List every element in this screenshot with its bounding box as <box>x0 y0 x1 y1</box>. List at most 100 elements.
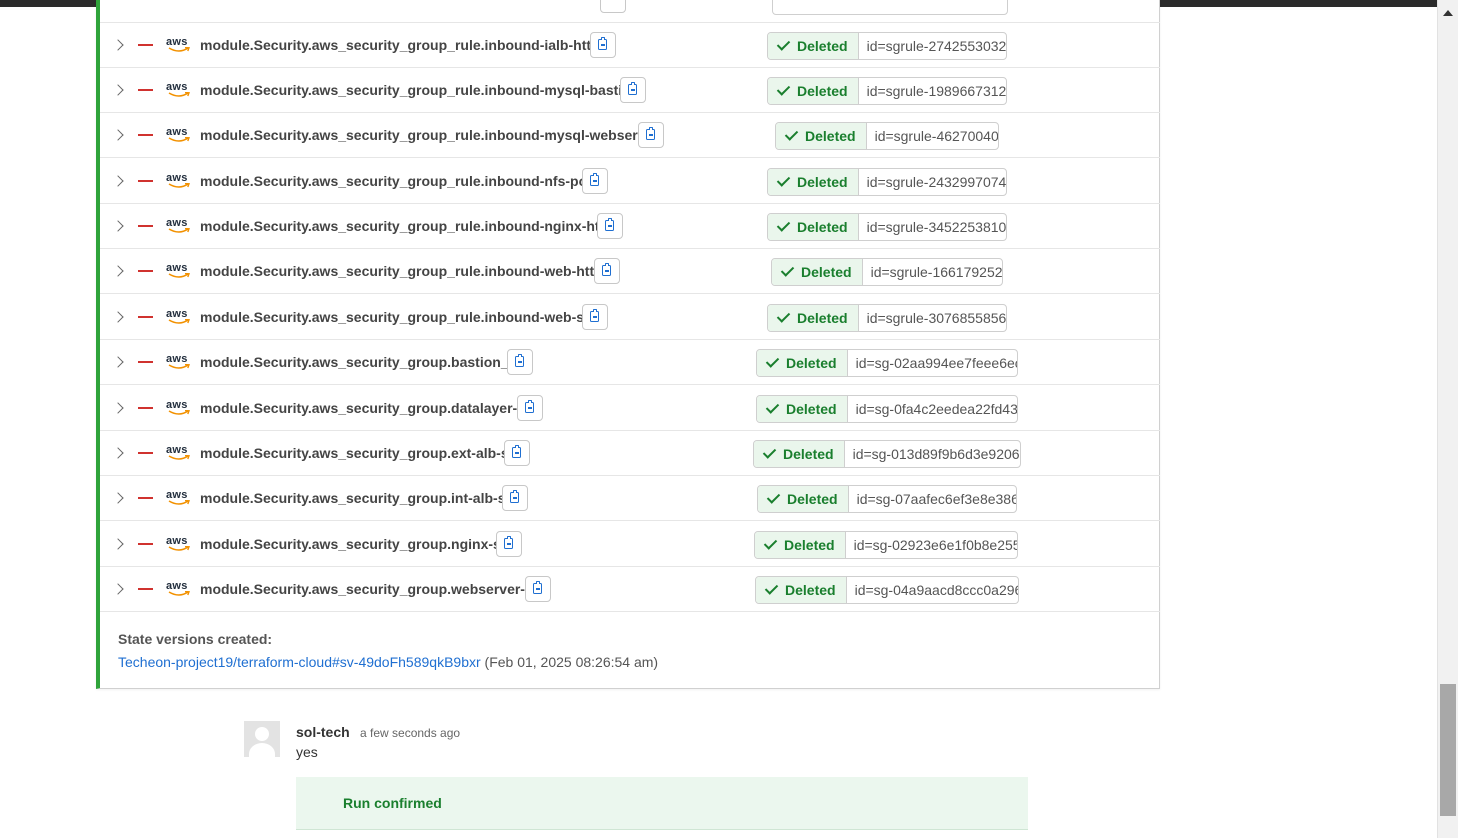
status-pill: Deleted id=sg-07aafec6ef3e8e386 <box>757 485 1017 513</box>
comment-author[interactable]: sol-tech <box>296 724 350 740</box>
status-pill: Deleted id=sgrule-2742553032 <box>767 32 1007 60</box>
status-label: Deleted <box>787 491 838 507</box>
resource-name: module.Security.aws_security_group.basti… <box>200 354 525 370</box>
clipboard-icon <box>590 173 599 186</box>
resource-id: id=sgrule-3076855856 <box>866 310 1007 326</box>
status-pill: Deleted id=sgrule-166179252 <box>771 258 1003 286</box>
aws-logo-icon: aws <box>166 536 192 554</box>
copy-button[interactable] <box>582 168 608 194</box>
deleted-badge: Deleted <box>768 214 859 240</box>
copy-button[interactable] <box>582 304 608 330</box>
check-icon <box>764 581 779 595</box>
state-version-line: Techeon-project19/terraform-cloud#sv-49d… <box>118 654 658 670</box>
resource-row[interactable]: aws module.Security.aws_security_group_ru… <box>100 68 1160 113</box>
chevron-right-icon[interactable] <box>112 583 124 595</box>
state-version-link[interactable]: Techeon-project19/terraform-cloud#sv-49d… <box>118 654 481 670</box>
check-icon <box>776 218 791 232</box>
resource-id: id=sg-02aa994ee7feee6ec <box>855 355 1018 371</box>
copy-button[interactable] <box>502 485 528 511</box>
chevron-right-icon[interactable] <box>112 265 124 277</box>
clipboard-icon <box>590 309 599 322</box>
scroll-up-arrow-icon[interactable] <box>1443 10 1453 16</box>
resource-name: module.Security.aws_security_group_rule.… <box>200 82 640 98</box>
status-label: Deleted <box>797 174 848 190</box>
status-pill: Deleted id=sgrule-2432997074 <box>767 168 1007 196</box>
status-pill: Deleted id=sg-04a9aacd8ccc0a296 <box>755 576 1019 604</box>
apply-resources-panel: aws module.Security.aws_security_group_ru… <box>96 0 1160 689</box>
status-label: Deleted <box>801 264 852 280</box>
copy-button[interactable] <box>496 531 522 557</box>
copy-button[interactable] <box>517 395 543 421</box>
copy-button[interactable] <box>525 576 551 602</box>
copy-button[interactable] <box>600 0 626 13</box>
check-icon <box>776 309 791 323</box>
copy-button[interactable] <box>504 440 530 466</box>
clipboard-icon <box>515 354 524 367</box>
vertical-scrollbar[interactable] <box>1437 0 1458 838</box>
status-pill <box>772 0 1008 15</box>
clipboard-icon <box>510 490 519 503</box>
aws-logo-icon: aws <box>166 490 192 508</box>
deleted-badge: Deleted <box>768 169 859 195</box>
deleted-badge: Deleted <box>758 486 849 512</box>
copy-button[interactable] <box>638 122 664 148</box>
resource-name: module.Security.aws_security_group.datal… <box>200 400 534 416</box>
resource-row[interactable]: aws module.Security.aws_security_group_ru… <box>100 113 1160 158</box>
minus-icon <box>138 134 153 136</box>
chevron-right-icon[interactable] <box>112 356 124 368</box>
deleted-badge: Deleted <box>768 33 859 59</box>
chevron-right-icon[interactable] <box>112 129 124 141</box>
clipboard-icon <box>646 127 655 140</box>
scrollbar-thumb[interactable] <box>1440 684 1456 816</box>
resource-row[interactable]: aws module.Security.aws_security_group.da… <box>100 386 1160 431</box>
resource-row[interactable]: aws module.Security.aws_security_group.ng… <box>100 522 1160 567</box>
chevron-right-icon[interactable] <box>112 220 124 232</box>
deleted-badge: Deleted <box>772 259 863 285</box>
resource-row[interactable]: aws module.Security.aws_security_group_ru… <box>100 249 1160 294</box>
avatar <box>244 721 280 757</box>
deleted-badge: Deleted <box>768 78 859 104</box>
resource-row-partial <box>100 0 1160 23</box>
clipboard-icon <box>598 37 607 50</box>
chevron-right-icon[interactable] <box>112 538 124 550</box>
chevron-right-icon[interactable] <box>112 492 124 504</box>
chevron-right-icon[interactable] <box>112 447 124 459</box>
status-label: Deleted <box>797 219 848 235</box>
resource-row[interactable]: aws module.Security.aws_security_group_ru… <box>100 23 1160 68</box>
status-label: Deleted <box>797 310 848 326</box>
minus-icon <box>138 543 153 545</box>
aws-logo-icon: aws <box>166 218 192 236</box>
resource-row[interactable]: aws module.Security.aws_security_group.ex… <box>100 431 1160 476</box>
chevron-right-icon[interactable] <box>112 39 124 51</box>
copy-button[interactable] <box>620 77 646 103</box>
chevron-right-icon[interactable] <box>112 402 124 414</box>
state-versions-label: State versions created: <box>118 631 273 647</box>
chevron-right-icon[interactable] <box>112 311 124 323</box>
aws-logo-icon: aws <box>166 37 192 55</box>
clipboard-icon <box>512 445 521 458</box>
minus-icon <box>138 452 153 454</box>
check-icon <box>776 173 791 187</box>
chevron-right-icon[interactable] <box>112 84 124 96</box>
aws-logo-icon: aws <box>166 400 192 418</box>
deleted-badge: Deleted <box>768 305 859 331</box>
aws-logo-icon: aws <box>166 173 192 191</box>
copy-button[interactable] <box>597 213 623 239</box>
status-pill: Deleted id=sgrule-1989667312 <box>767 77 1007 105</box>
check-icon <box>766 490 781 504</box>
resource-row[interactable]: aws module.Security.aws_security_group.we… <box>100 567 1160 612</box>
resource-row[interactable]: aws module.Security.aws_security_group_ru… <box>100 204 1160 249</box>
resource-row[interactable]: aws module.Security.aws_security_group.in… <box>100 476 1160 521</box>
resource-row[interactable]: aws module.Security.aws_security_group_ru… <box>100 159 1160 204</box>
chevron-right-icon[interactable] <box>112 175 124 187</box>
resource-row[interactable]: aws module.Security.aws_security_group.ba… <box>100 340 1160 385</box>
copy-button[interactable] <box>594 258 620 284</box>
resource-row[interactable]: aws module.Security.aws_security_group_ru… <box>100 295 1160 340</box>
resource-name: module.Security.aws_security_group.nginx… <box>200 536 510 552</box>
copy-button[interactable] <box>590 32 616 58</box>
clipboard-icon <box>504 536 513 549</box>
copy-button[interactable] <box>507 349 533 375</box>
deleted-badge: Deleted <box>755 532 846 558</box>
minus-icon <box>138 89 153 91</box>
status-pill: Deleted id=sg-02923e6e1f0b8e255 <box>754 531 1018 559</box>
